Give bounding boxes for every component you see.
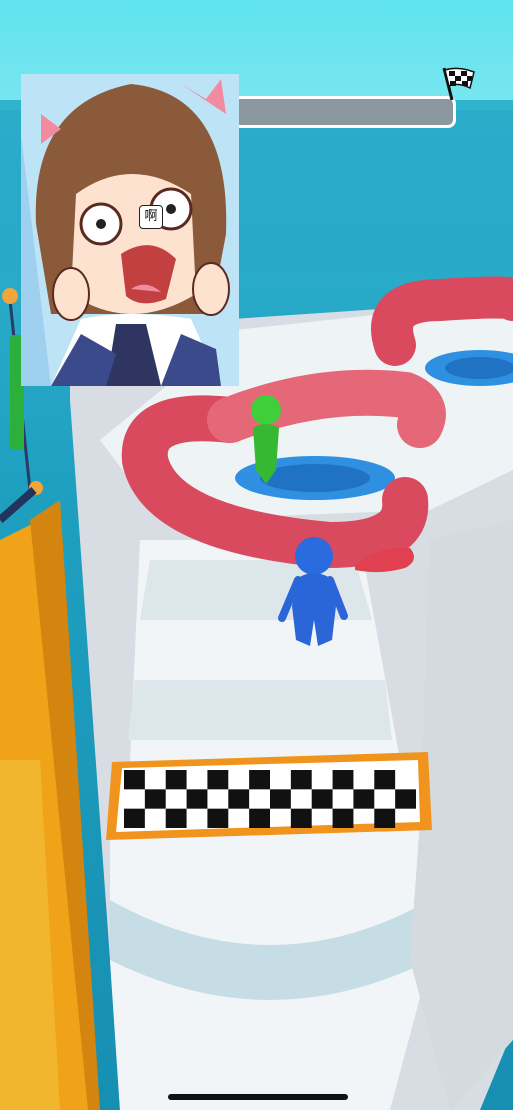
checker-square <box>228 789 250 809</box>
checker-square <box>311 789 333 809</box>
checker-square <box>124 770 145 790</box>
checker-square <box>374 808 396 828</box>
checker-square <box>207 808 229 828</box>
checker-square <box>374 770 396 790</box>
checker-square <box>290 808 312 828</box>
home-indicator[interactable] <box>168 1094 348 1100</box>
checker-square <box>249 808 270 828</box>
checker-square <box>249 770 270 790</box>
checker-square <box>165 808 187 828</box>
checker-square <box>395 789 416 809</box>
checker-square <box>290 770 312 790</box>
shocked-anime-girl <box>21 74 239 386</box>
checker-square <box>270 789 291 809</box>
checker-square <box>353 789 375 809</box>
checker-square <box>186 789 208 809</box>
sticker-exclamation: 啊 <box>139 205 163 229</box>
checker-square <box>332 770 354 790</box>
checker-square <box>165 770 187 790</box>
race-progress-bar <box>232 96 456 128</box>
checker-square <box>332 808 354 828</box>
checker-square <box>124 808 145 828</box>
checker-square <box>207 770 229 790</box>
reaction-sticker: 啊 <box>21 74 239 386</box>
checkered-flag-icon <box>442 67 475 101</box>
game-scene[interactable]: 啊 <box>0 0 513 1110</box>
checker-square <box>144 789 166 809</box>
